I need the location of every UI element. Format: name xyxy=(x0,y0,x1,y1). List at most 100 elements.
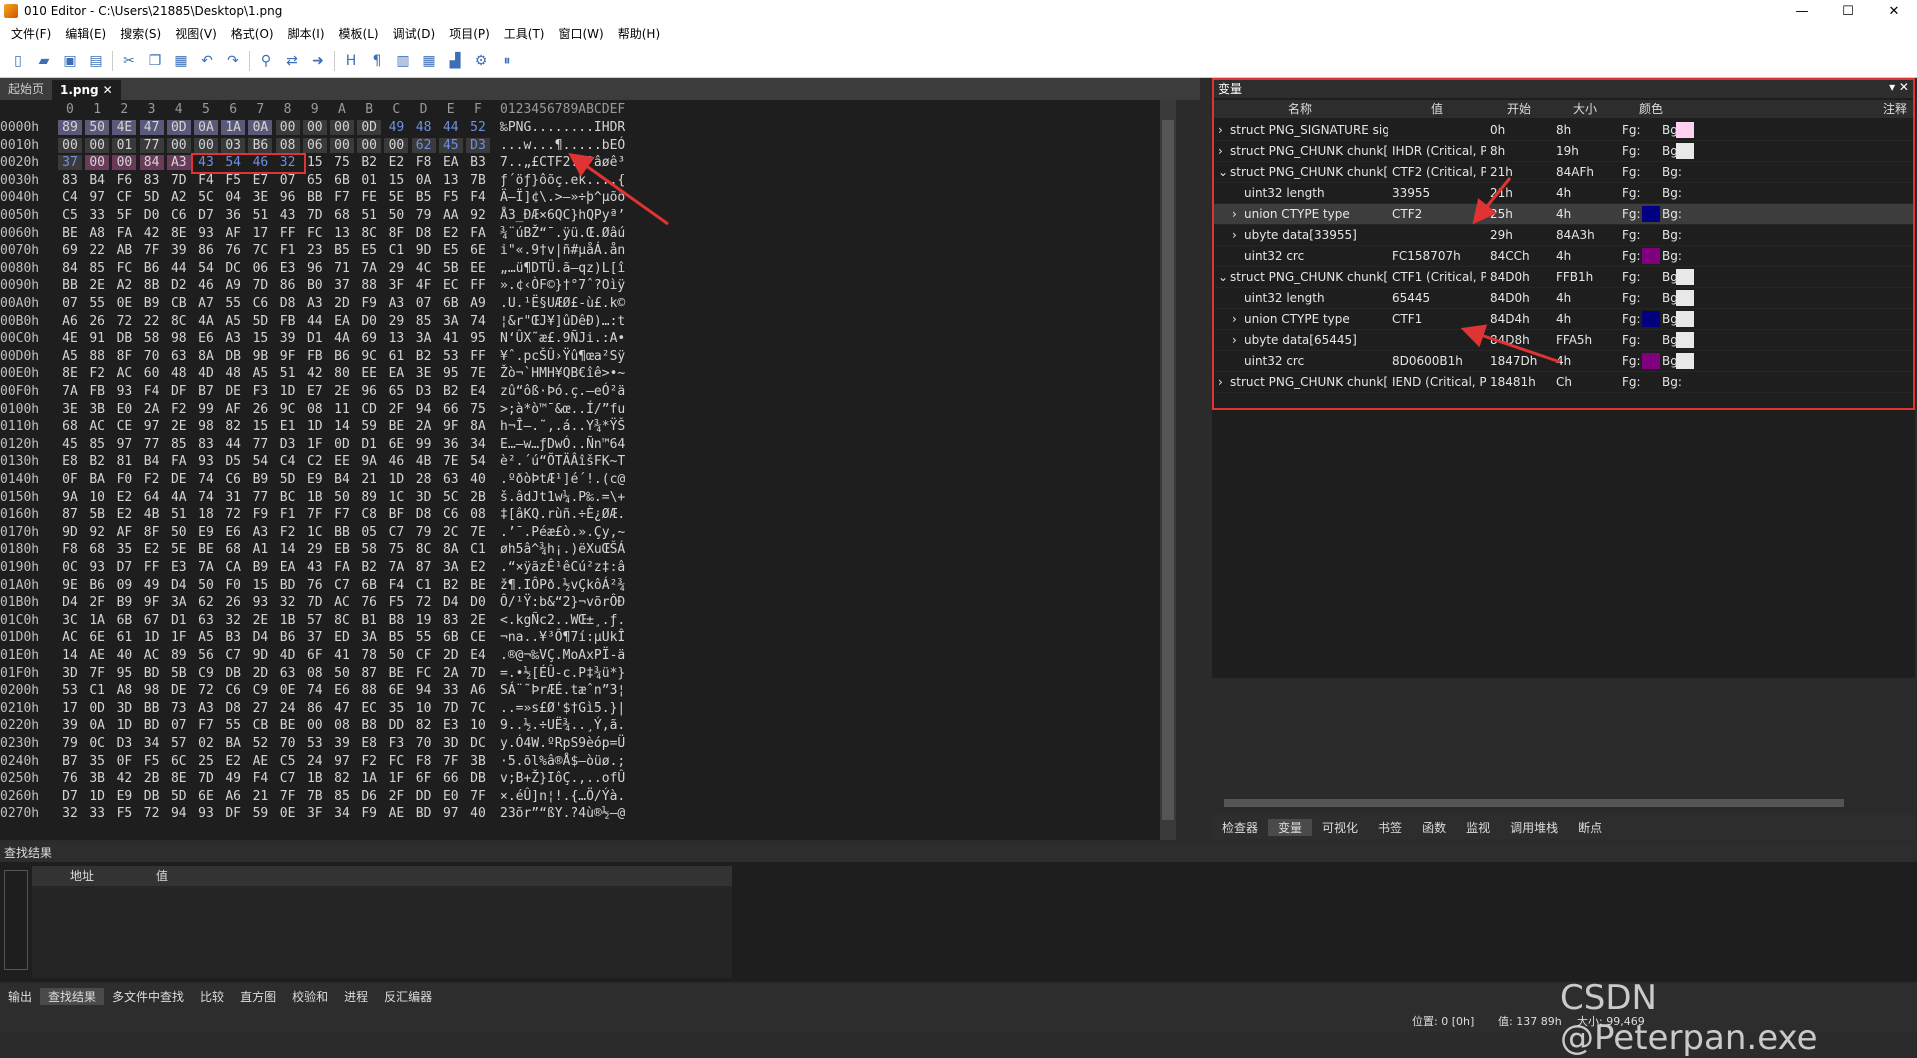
hex-byte[interactable]: 1D xyxy=(112,718,136,733)
hex-byte[interactable]: BB xyxy=(140,701,164,716)
hex-byte[interactable]: 44 xyxy=(303,314,327,329)
hex-byte[interactable]: 1C xyxy=(384,490,408,505)
menu-item[interactable]: 模板(L) xyxy=(332,25,386,42)
hex-byte[interactable]: CD xyxy=(357,402,381,417)
hex-byte[interactable]: A9 xyxy=(221,278,245,293)
menu-item[interactable]: 搜索(S) xyxy=(113,25,168,42)
hex-byte[interactable]: B6 xyxy=(248,137,273,153)
output-tab[interactable]: 比较 xyxy=(192,988,232,1005)
hex-byte[interactable]: 84 xyxy=(58,261,82,276)
hex-byte[interactable]: 34 xyxy=(330,806,354,821)
hex-byte[interactable]: 77 xyxy=(140,437,164,452)
hex-byte[interactable]: 9A xyxy=(58,490,82,505)
hex-byte[interactable]: 0F xyxy=(112,754,136,769)
hex-byte[interactable]: 24 xyxy=(276,701,300,716)
hex-byte[interactable]: AC xyxy=(85,419,109,434)
hex-byte[interactable]: 68 xyxy=(85,542,109,557)
hex-byte[interactable]: 98 xyxy=(167,331,191,346)
hex-ascii[interactable]: Ä—Ï]¢\.>–»÷þ^µõô xyxy=(500,190,625,205)
hex-byte[interactable]: E6 xyxy=(330,683,354,698)
calculator-icon[interactable]: ▦ xyxy=(419,51,439,71)
hex-byte[interactable]: 72 xyxy=(140,806,164,821)
hex-scrollbar[interactable] xyxy=(1160,100,1176,840)
hex-byte[interactable]: 26 xyxy=(85,314,109,329)
hex-byte[interactable]: 4E xyxy=(58,331,82,346)
find-col-address[interactable]: 地址 xyxy=(32,866,132,886)
hex-byte[interactable]: 07 xyxy=(167,718,191,733)
hex-byte[interactable]: AE xyxy=(384,806,408,821)
hex-byte[interactable]: AC xyxy=(112,366,136,381)
hex-byte[interactable]: 88 xyxy=(85,349,109,364)
hex-ascii[interactable]: E…—w…ƒDwÓ..Ñn™64 xyxy=(500,437,625,452)
hex-byte[interactable]: 44 xyxy=(167,261,191,276)
hex-byte[interactable]: 85 xyxy=(412,314,436,329)
hex-byte[interactable]: 4B xyxy=(412,454,436,469)
hex-byte[interactable]: EA xyxy=(439,155,463,170)
hex-byte[interactable]: B7 xyxy=(58,754,82,769)
hex-byte[interactable]: 68 xyxy=(221,542,245,557)
hex-byte[interactable]: FF xyxy=(276,226,300,241)
hex-byte[interactable]: C6 xyxy=(167,208,191,223)
bg-color-swatch[interactable] xyxy=(1676,269,1694,285)
hex-byte[interactable]: 9C xyxy=(357,349,381,364)
hex-byte[interactable]: DD xyxy=(412,789,436,804)
output-tab[interactable]: 反汇编器 xyxy=(376,988,440,1005)
hex-byte[interactable]: E7 xyxy=(248,173,272,188)
hex-ascii[interactable]: ·5.õl%â®Å$—òüø.; xyxy=(500,754,625,769)
hex-byte[interactable]: 8C xyxy=(357,226,381,241)
hex-byte[interactable]: 49 xyxy=(140,578,164,593)
hex-byte[interactable]: C7 xyxy=(330,578,354,593)
hex-byte[interactable]: 66 xyxy=(439,402,463,417)
hex-byte[interactable]: D8 xyxy=(221,701,245,716)
hex-byte[interactable]: D4 xyxy=(248,630,272,645)
hex-byte[interactable]: 7F xyxy=(303,507,327,522)
hex-byte[interactable]: 39 xyxy=(276,331,300,346)
hex-byte[interactable]: 4A xyxy=(194,314,218,329)
hex-byte[interactable]: FF xyxy=(466,278,490,293)
hex-byte[interactable]: F5 xyxy=(439,190,463,205)
hex-byte[interactable]: 97 xyxy=(330,754,354,769)
hex-byte[interactable]: 01 xyxy=(112,137,137,153)
hex-byte[interactable]: 54 xyxy=(466,454,490,469)
goto-icon[interactable]: ➜ xyxy=(308,51,328,71)
hex-byte[interactable]: E3 xyxy=(167,560,191,575)
hex-byte[interactable]: 79 xyxy=(412,208,436,223)
hex-byte[interactable]: 7D xyxy=(466,666,490,681)
hex-byte[interactable]: 2F xyxy=(384,789,408,804)
output-tab[interactable]: 查找结果 xyxy=(40,987,105,1005)
hex-byte[interactable]: 94 xyxy=(167,806,191,821)
hex-byte[interactable]: A3 xyxy=(248,525,272,540)
menu-item[interactable]: 窗口(W) xyxy=(552,25,611,42)
hex-byte[interactable]: 26 xyxy=(221,595,245,610)
hex-byte[interactable]: 7C xyxy=(466,701,490,716)
hex-byte[interactable]: B2 xyxy=(357,560,381,575)
hex-byte[interactable]: F4 xyxy=(140,384,164,399)
hex-byte[interactable]: 33 xyxy=(85,208,109,223)
hex-byte[interactable]: AF xyxy=(221,226,245,241)
hex-byte[interactable]: FC xyxy=(303,226,327,241)
hex-byte[interactable]: 1A xyxy=(85,613,109,628)
hex-byte[interactable]: 62 xyxy=(194,595,218,610)
hex-byte[interactable]: FA xyxy=(466,226,490,241)
hex-byte[interactable]: E2 xyxy=(384,155,408,170)
hex-byte[interactable]: 50 xyxy=(384,208,408,223)
hex-byte[interactable]: 08 xyxy=(303,666,327,681)
hex-byte[interactable]: 34 xyxy=(140,736,164,751)
inspector-tab[interactable]: 函数 xyxy=(1412,819,1456,836)
hex-byte[interactable]: 3F xyxy=(384,278,408,293)
hex-byte[interactable]: A6 xyxy=(58,314,82,329)
hex-byte[interactable]: 76 xyxy=(58,771,82,786)
menu-item[interactable]: 视图(V) xyxy=(168,25,224,42)
hex-byte[interactable]: DF xyxy=(221,806,245,821)
hex-byte[interactable]: 4F xyxy=(412,278,436,293)
hex-byte[interactable]: 00 xyxy=(330,120,354,135)
hex-byte[interactable]: B9 xyxy=(248,472,272,487)
hex-byte[interactable]: 41 xyxy=(439,331,463,346)
hex-byte[interactable]: 8A xyxy=(466,419,490,434)
save-icon[interactable]: ▣ xyxy=(60,51,80,71)
hex-byte[interactable]: 3D xyxy=(439,736,463,751)
hex-byte[interactable]: 79 xyxy=(412,525,436,540)
hex-byte[interactable]: FB xyxy=(276,314,300,329)
hex-byte[interactable]: F4 xyxy=(384,578,408,593)
hex-byte[interactable]: F3 xyxy=(384,736,408,751)
